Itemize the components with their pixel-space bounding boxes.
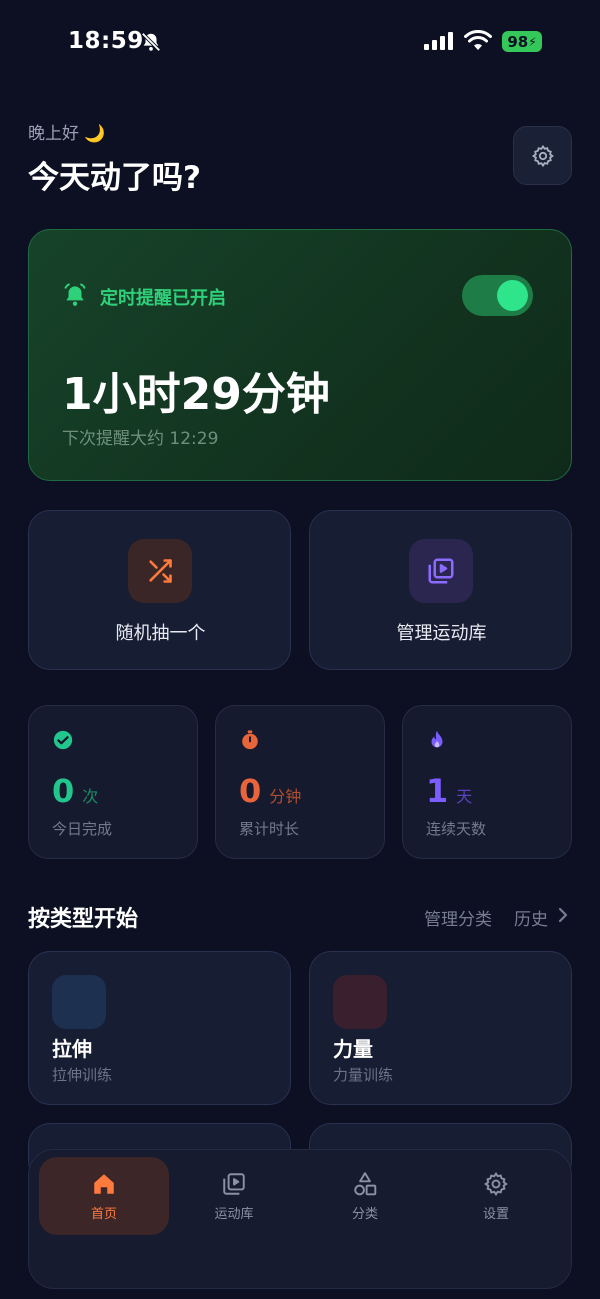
tab-home[interactable]: 首页 bbox=[39, 1157, 169, 1235]
stat-value: 1 bbox=[426, 772, 449, 810]
stat-card-streak: 1 天 连续天数 bbox=[402, 705, 572, 859]
stat-value: 0 bbox=[52, 772, 75, 810]
stretch-icon bbox=[52, 975, 106, 1029]
alarm-bell-icon bbox=[64, 283, 86, 306]
tab-label: 首页 bbox=[90, 1206, 117, 1222]
category-card-strength[interactable]: 力量 力量训练 bbox=[309, 951, 572, 1105]
wifi-icon bbox=[464, 30, 492, 50]
tab-categories[interactable]: 分类 bbox=[300, 1157, 430, 1235]
stat-card-today: 0 次 今日完成 bbox=[28, 705, 198, 859]
manage-categories-link[interactable]: 管理分类 bbox=[424, 905, 492, 930]
stat-label: 连续天数 bbox=[426, 820, 487, 838]
category-subtitle: 拉伸训练 bbox=[52, 1066, 113, 1084]
video-library-icon bbox=[428, 558, 454, 584]
battery-level: 98 bbox=[507, 32, 529, 51]
cellular-signal-icon bbox=[424, 32, 456, 50]
bell-off-icon bbox=[141, 32, 161, 52]
settings-button[interactable] bbox=[513, 126, 572, 185]
chevron-right-icon[interactable] bbox=[556, 905, 570, 925]
library-icon-tile bbox=[409, 539, 473, 603]
stat-label: 今日完成 bbox=[52, 820, 113, 838]
stat-value: 0 bbox=[239, 772, 262, 810]
stopwatch-icon bbox=[242, 730, 258, 750]
stat-card-duration: 0 分钟 累计时长 bbox=[215, 705, 385, 859]
category-card-stretch[interactable]: 拉伸 拉伸训练 bbox=[28, 951, 291, 1105]
category-name: 拉伸 bbox=[52, 1037, 92, 1061]
toggle-knob bbox=[497, 280, 528, 311]
stat-unit: 天 bbox=[456, 787, 473, 806]
home-icon bbox=[94, 1173, 114, 1194]
flame-icon bbox=[431, 730, 443, 748]
category-subtitle: 力量训练 bbox=[333, 1066, 394, 1084]
tab-library[interactable]: 运动库 bbox=[169, 1157, 299, 1235]
manage-library-label: 管理运动库 bbox=[396, 623, 487, 644]
random-pick-button[interactable]: 随机抽一个 bbox=[28, 510, 291, 670]
manage-library-button[interactable]: 管理运动库 bbox=[309, 510, 572, 670]
shapes-icon bbox=[354, 1171, 377, 1195]
strength-icon bbox=[333, 975, 387, 1029]
charging-bolt-icon: ⚡ bbox=[528, 34, 537, 49]
tab-label: 运动库 bbox=[214, 1206, 254, 1222]
shuffle-icon-tile bbox=[128, 539, 192, 603]
random-pick-label: 随机抽一个 bbox=[115, 623, 206, 644]
gear-icon bbox=[531, 144, 554, 167]
reminder-toggle[interactable] bbox=[462, 275, 533, 316]
tab-label: 设置 bbox=[482, 1206, 509, 1222]
greeting-text: 晚上好 🌙 bbox=[28, 124, 106, 144]
history-link[interactable]: 历史 bbox=[514, 905, 548, 930]
section-title: 按类型开始 bbox=[28, 907, 139, 932]
battery-indicator: 98 ⚡ bbox=[502, 31, 542, 52]
check-circle-icon bbox=[53, 730, 73, 750]
status-time: 18:59 bbox=[68, 28, 144, 54]
countdown-value: 1小时29分钟 bbox=[62, 369, 330, 420]
stat-unit: 分钟 bbox=[269, 787, 302, 806]
reminder-status-label: 定时提醒已开启 bbox=[100, 288, 226, 309]
category-name: 力量 bbox=[333, 1037, 373, 1061]
next-reminder-text: 下次提醒大约 12:29 bbox=[62, 429, 219, 449]
gear-icon bbox=[484, 1171, 508, 1196]
stat-unit: 次 bbox=[82, 787, 99, 806]
stat-label: 累计时长 bbox=[239, 820, 300, 838]
tab-label: 分类 bbox=[351, 1206, 378, 1222]
shuffle-icon bbox=[149, 559, 172, 583]
tab-settings[interactable]: 设置 bbox=[431, 1157, 561, 1235]
video-library-icon bbox=[223, 1172, 245, 1195]
page-title: 今天动了吗? bbox=[28, 160, 201, 196]
